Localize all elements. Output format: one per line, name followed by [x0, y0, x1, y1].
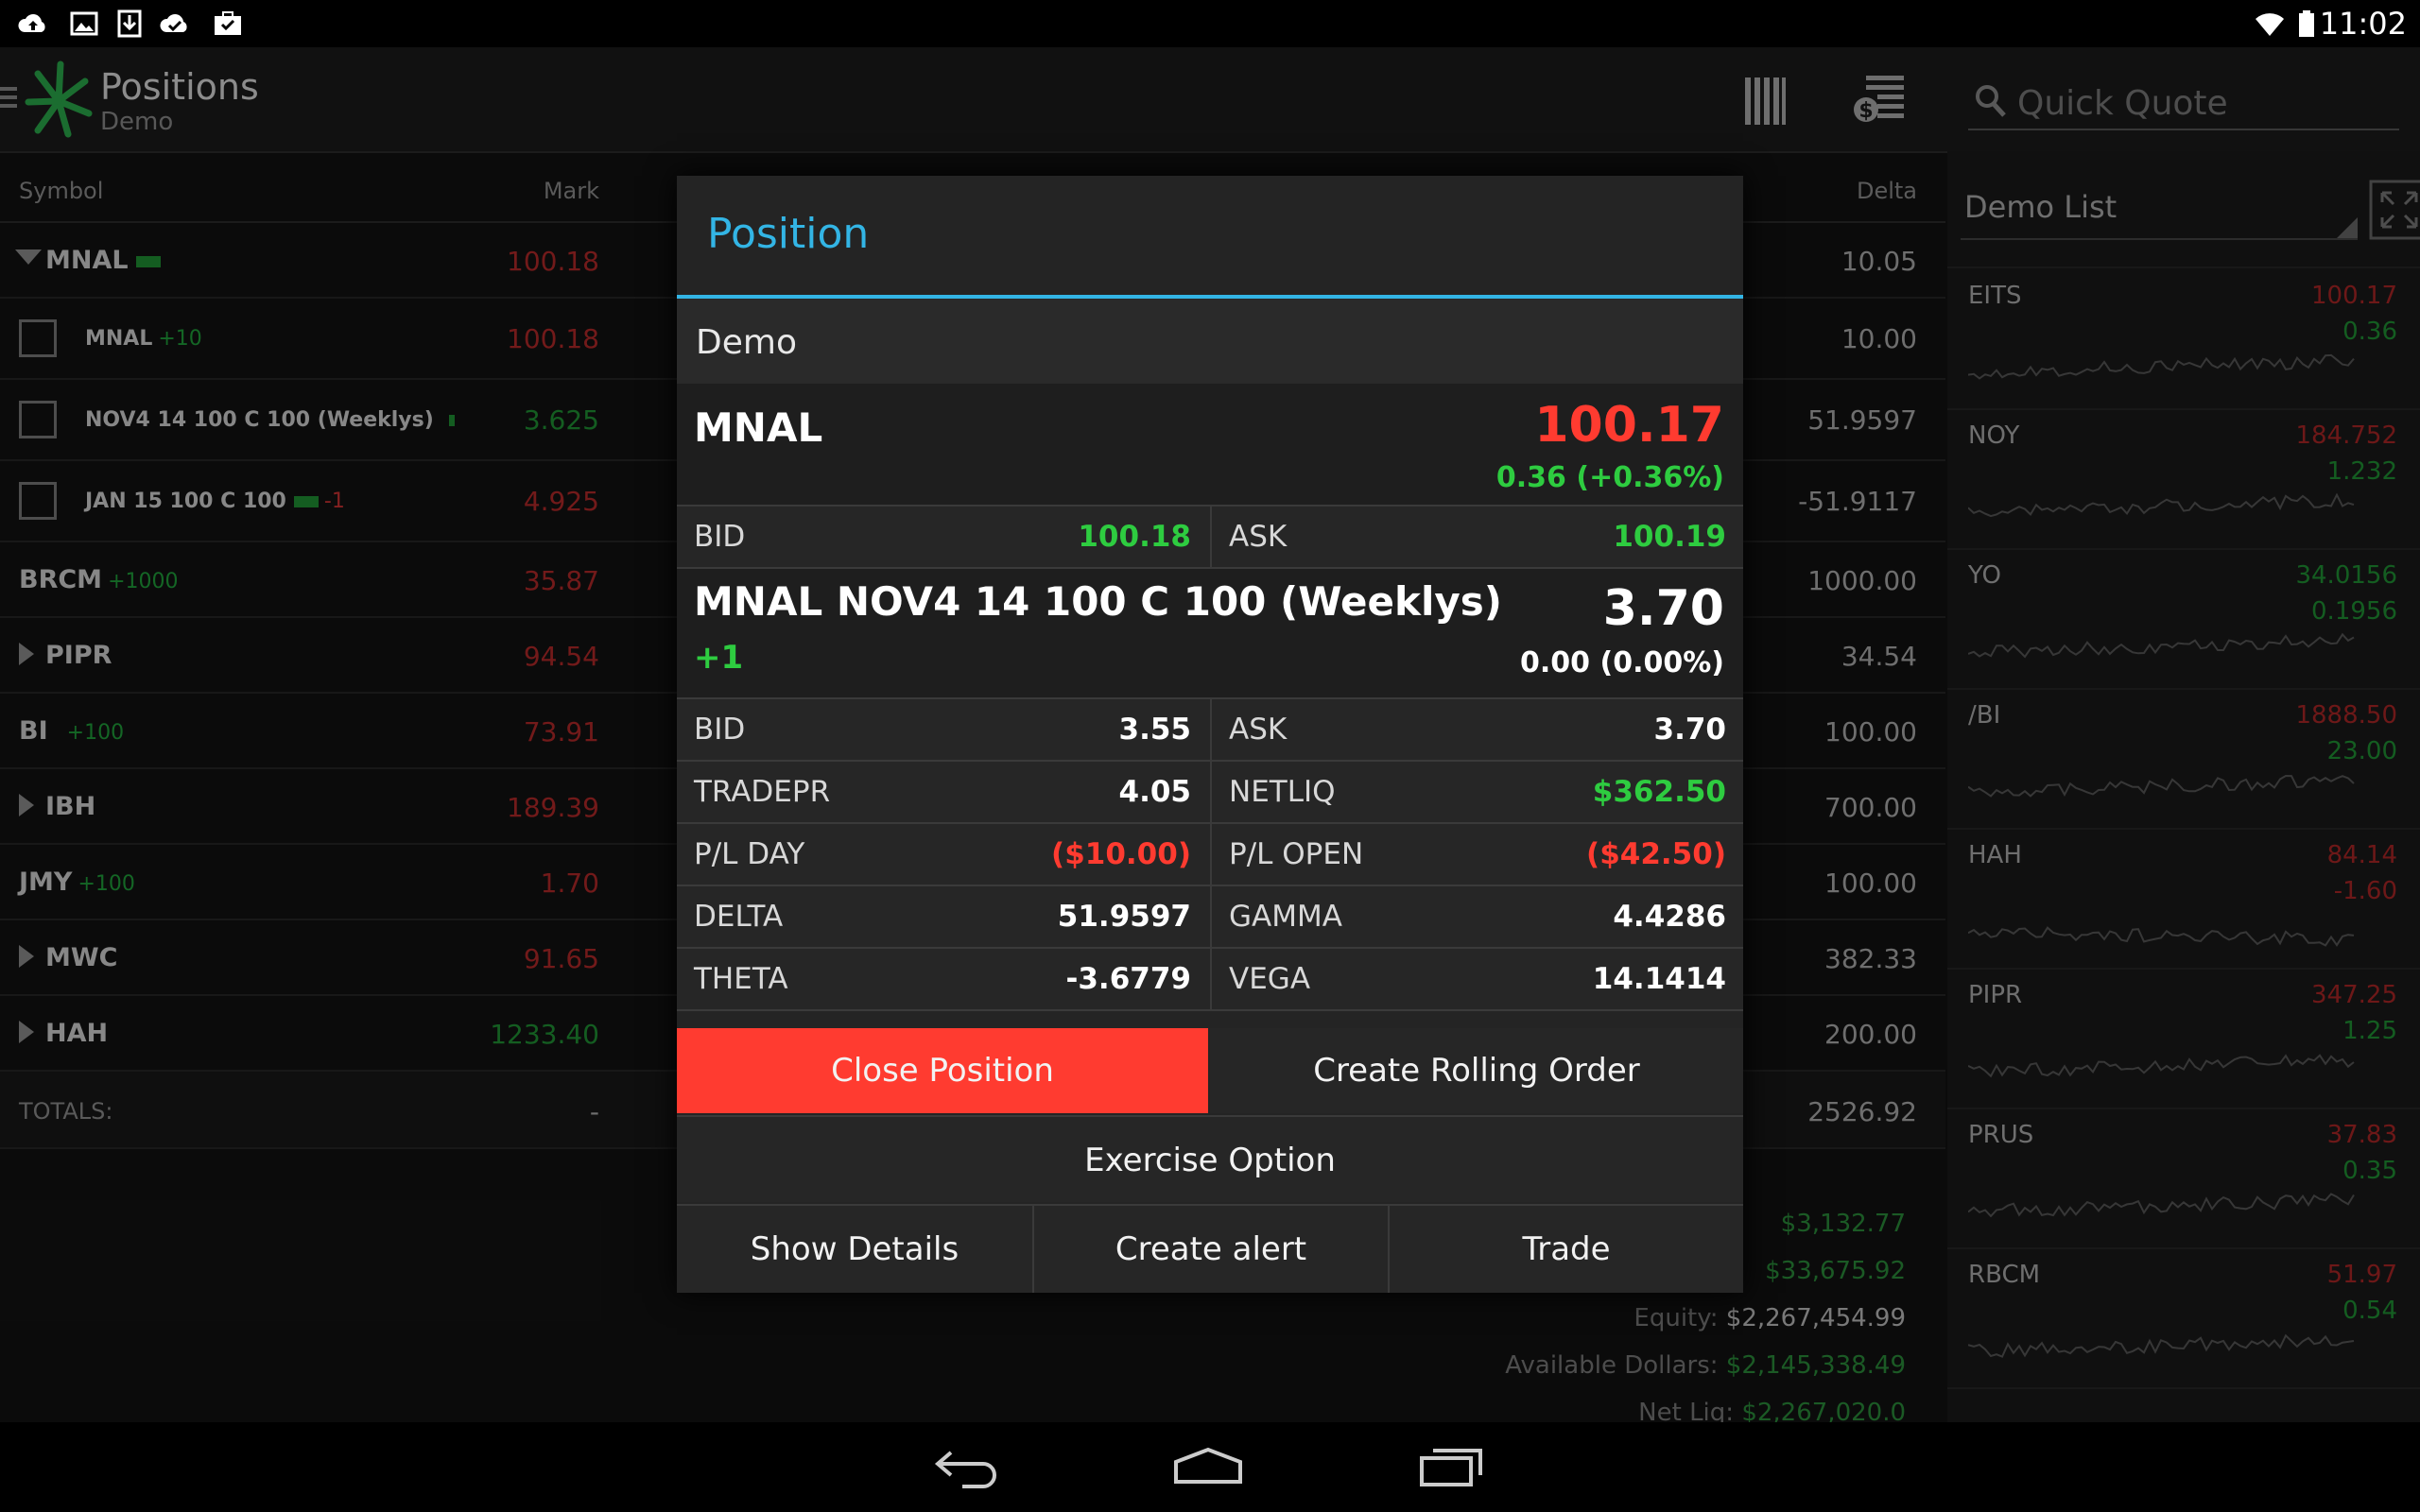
account-name: Demo [696, 323, 797, 362]
detail-value: 4.05 [1118, 775, 1192, 809]
detail-value: ($42.50) [1586, 837, 1726, 871]
home-icon[interactable] [1172, 1447, 1244, 1485]
detail-value: 3.55 [1118, 713, 1192, 747]
create-alert-button[interactable]: Create alert [1032, 1204, 1388, 1293]
quote-detail-row: THETA -3.6779 VEGA 14.1414 [677, 949, 1743, 1011]
quote-detail-row: DELTA 51.9597 GAMMA 4.4286 [677, 886, 1743, 949]
briefcase-check-icon [215, 11, 241, 35]
detail-value: -3.6779 [1065, 962, 1192, 996]
wifi-icon [2256, 13, 2284, 36]
show-details-button[interactable]: Show Details [677, 1204, 1032, 1293]
back-icon[interactable] [934, 1445, 1000, 1490]
option-change: 0.00 (0.00%) [1520, 646, 1724, 679]
underlying-quote: MNAL 100.17 0.36 (+0.36%) [677, 384, 1743, 507]
recent-apps-icon[interactable] [1418, 1441, 1486, 1488]
detail-label: GAMMA [1229, 900, 1342, 934]
detail-label: THETA [694, 962, 788, 996]
exercise-option-button[interactable]: Exercise Option [677, 1115, 1743, 1202]
quote-detail-row: TRADEPR 4.05 NETLIQ $362.50 [677, 762, 1743, 824]
detail-value: ($10.00) [1051, 837, 1191, 871]
option-quote: MNAL NOV4 14 100 C 100 (Weeklys) +1 3.70… [677, 569, 1743, 699]
dialog-title: Position [707, 210, 870, 258]
navigation-bar [0, 1422, 2420, 1512]
image-icon [70, 11, 98, 36]
trade-button[interactable]: Trade [1388, 1204, 1743, 1293]
close-position-button[interactable]: Close Position [677, 1028, 1208, 1113]
quote-detail-row: BID 3.55 ASK 3.70 [677, 699, 1743, 762]
quote-detail-row: P/L DAY ($10.00) P/L OPEN ($42.50) [677, 824, 1743, 886]
ask-label: ASK [1229, 520, 1288, 554]
cloud-upload-icon [18, 14, 45, 32]
underlying-symbol: MNAL [694, 404, 823, 451]
detail-value: 3.70 [1653, 713, 1727, 747]
detail-label: VEGA [1229, 962, 1311, 996]
detail-label: DELTA [694, 900, 784, 934]
option-price: 3.70 [1602, 580, 1724, 637]
ask-value: 100.19 [1613, 520, 1726, 554]
clock: 11:02 [2319, 6, 2407, 42]
check-circle-icon [160, 14, 187, 32]
account-header: Demo [677, 299, 1743, 384]
download-icon [117, 9, 142, 38]
detail-label: P/L DAY [694, 837, 805, 871]
detail-label: TRADEPR [694, 775, 831, 809]
detail-value: $362.50 [1592, 775, 1726, 809]
detail-value: 4.4286 [1613, 900, 1726, 934]
bid-label: BID [694, 520, 746, 554]
detail-label: BID [694, 713, 746, 747]
status-bar: 11:02 [0, 0, 2420, 47]
option-qty: +1 [694, 639, 744, 677]
battery-icon [2299, 10, 2314, 37]
underlying-price: 100.17 [1534, 397, 1724, 454]
underlying-bid-ask-row: BID 100.18 ASK 100.19 [677, 507, 1743, 569]
option-symbol: MNAL NOV4 14 100 C 100 (Weeklys) [694, 578, 1502, 625]
detail-label: P/L OPEN [1229, 837, 1364, 871]
position-dialog: Position Demo MNAL 100.17 0.36 (+0.36%) … [677, 176, 1743, 1293]
create-rolling-order-button[interactable]: Create Rolling Order [1210, 1028, 1743, 1113]
detail-value: 51.9597 [1057, 900, 1191, 934]
detail-value: 14.1414 [1592, 962, 1726, 996]
detail-label: ASK [1229, 713, 1288, 747]
bid-value: 100.18 [1078, 520, 1191, 554]
underlying-change: 0.36 (+0.36%) [1495, 461, 1724, 494]
detail-label: NETLIQ [1229, 775, 1336, 809]
